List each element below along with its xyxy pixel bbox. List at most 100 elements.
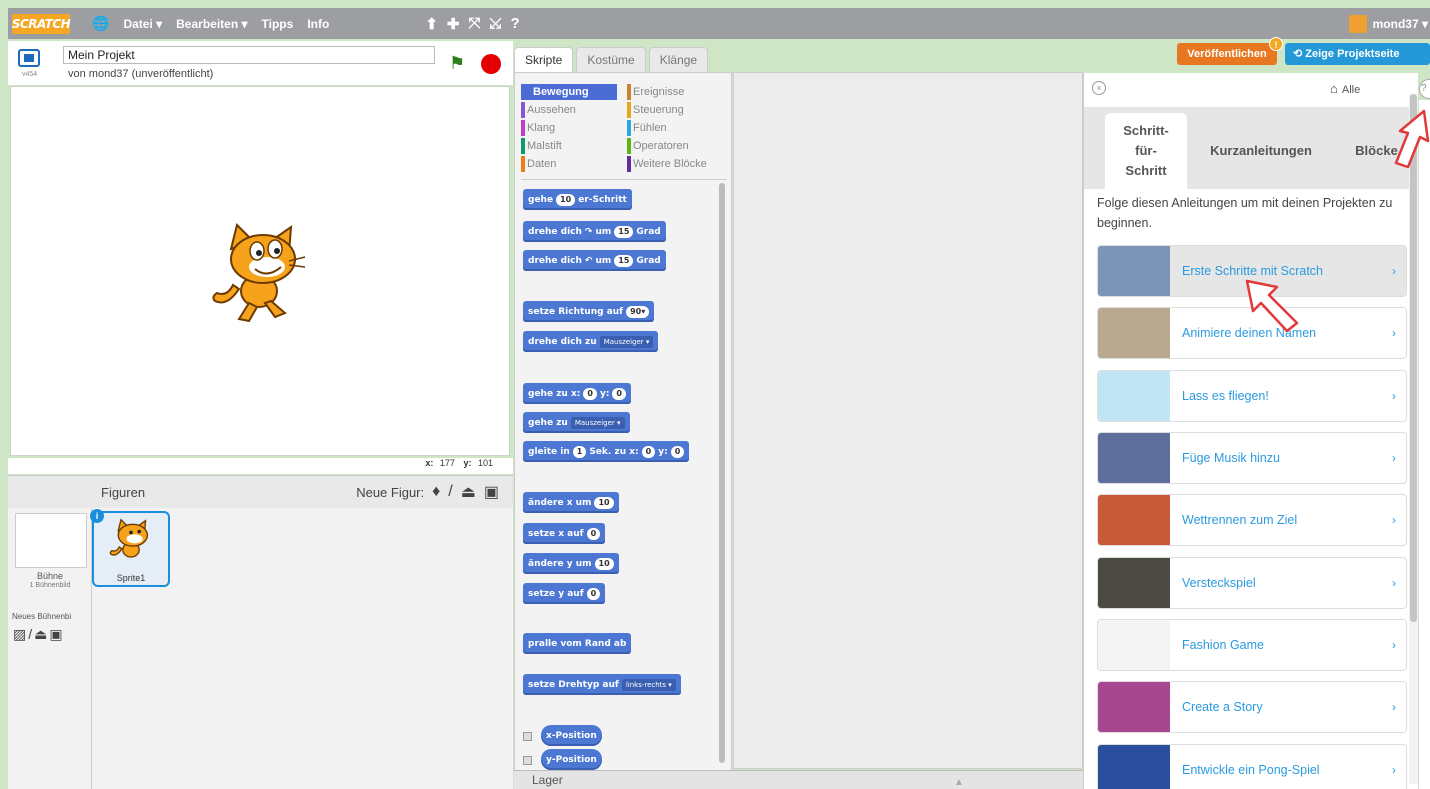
category-events[interactable]: Ereignisse [627,84,684,100]
close-icon[interactable]: × [1092,81,1106,95]
tutorial-card[interactable]: Lass es fliegen! › [1097,370,1407,422]
shrink-icon[interactable]: ⤩ [489,15,501,33]
tutorial-card[interactable]: Versteckspiel › [1097,557,1407,609]
grow-icon[interactable]: ✚ [447,15,460,33]
tab-costumes[interactable]: Kostüme [576,47,646,72]
block-input[interactable]: 1 [572,445,587,458]
block-point-towards[interactable]: drehe dich zu Mauszeiger ▾ [523,331,659,352]
block-input[interactable]: 0 [586,527,601,540]
tutorial-card[interactable]: Füge Musik hinzu › [1097,432,1407,484]
tutorial-thumbnail [1098,308,1170,358]
block-goto-xy[interactable]: gehe zu x: 0 y: 0 [523,383,631,404]
share-button[interactable]: Veröffentlichen ! [1177,37,1283,65]
block-input[interactable]: 0 [586,587,601,600]
scroll-thumb[interactable] [1410,94,1417,622]
script-canvas[interactable] [733,72,1083,769]
category-motion[interactable]: Bewegung [521,84,617,100]
annotation-arrow-icon [1245,279,1299,333]
tab-sounds[interactable]: Klänge [648,47,709,72]
block-bounce[interactable]: pralle vom Rand ab [523,633,632,654]
menu-file[interactable]: Datei ▾ [123,17,162,31]
block-input[interactable]: 0 [583,387,597,400]
block-input[interactable]: 10 [556,193,576,206]
project-page-button[interactable]: ⟲ Zeige Projektseite [1285,43,1430,65]
category-looks[interactable]: Aussehen [521,102,576,118]
cat-sprite[interactable] [209,219,309,329]
help-icon[interactable]: ? [1419,79,1430,99]
y-position-checkbox[interactable] [523,756,532,765]
block-input[interactable]: 15 [614,225,634,238]
category-data[interactable]: Daten [521,156,556,172]
block-dropdown[interactable]: links-rechts ▾ [621,678,676,691]
scratch-logo[interactable]: SCRATCH [12,13,71,34]
tutorial-card[interactable]: Create a Story › [1097,681,1407,733]
block-input[interactable]: 15 [614,254,634,267]
palette-scrollbar[interactable] [719,183,725,763]
backdrop-library-icon[interactable]: ▨ [13,626,28,642]
share-label: Veröffentlichen [1187,48,1267,60]
category-more-blocks[interactable]: Weitere Blöcke [627,156,707,172]
x-position-checkbox[interactable] [523,732,532,741]
tutorial-title: Erste Schritte mit Scratch [1182,264,1324,278]
stamp-icon[interactable]: ⬆ [425,15,438,33]
green-flag-icon[interactable]: ⚑ [449,53,465,74]
tutorial-thumbnail [1098,433,1170,483]
paint-icon[interactable]: / [448,483,452,501]
block-glide[interactable]: gleite in 1 Sek. zu x: 0 y: 0 [523,441,690,462]
block-goto[interactable]: gehe zu Mauszeiger ▾ [523,412,630,433]
help-icon[interactable]: ? [511,15,520,33]
block-change-x[interactable]: ändere x um 10 [523,492,619,513]
tab-step-by-step[interactable]: Schritt- für- Schritt [1105,113,1187,189]
tutorial-thumbnail [1098,620,1170,670]
backdrop-camera-icon[interactable]: ▣ [49,626,64,642]
tab-scripts[interactable]: Skripte [514,47,574,72]
block-input[interactable]: 0 [670,445,685,458]
reporter-y-position[interactable]: y-Position [541,749,602,770]
block-turn-left[interactable]: drehe dich ↶ um 15 Grad [523,250,666,271]
sprite-library-icon[interactable]: ♦ [432,483,440,501]
block-set-x[interactable]: setze x auf 0 [523,523,606,544]
backdrop-upload-icon[interactable]: ⏏ [34,626,49,642]
menu-tips[interactable]: Tipps [262,17,294,31]
block-dropdown[interactable]: Mauszeiger ▾ [570,416,625,429]
stop-button[interactable] [481,54,501,74]
fullscreen-button[interactable] [18,49,40,67]
reporter-x-position[interactable]: x-Position [541,725,602,746]
block-rotation-style[interactable]: setze Drehtyp auf links-rechts ▾ [523,674,681,695]
info-icon[interactable]: i [90,509,104,523]
category-pen[interactable]: Malstift [521,138,562,154]
block-turn-right[interactable]: drehe dich ↷ um 15 Grad [523,221,666,242]
block-dropdown[interactable]: Mauszeiger ▾ [599,335,654,348]
user-menu[interactable]: mond37 ▾ [1348,14,1428,33]
menu-info[interactable]: Info [307,17,329,31]
tips-home-link[interactable]: ⌂ Alle [1330,81,1360,96]
tab-how-to[interactable]: Kurzanleitungen [1196,113,1326,189]
block-input[interactable]: 0 [641,445,656,458]
category-operators[interactable]: Operatoren [627,138,689,154]
block-input[interactable]: 10 [594,557,614,570]
category-sensing[interactable]: Fühlen [627,120,667,136]
block-change-y[interactable]: ändere y um 10 [523,553,619,574]
stage[interactable] [10,86,510,456]
tutorial-card[interactable]: Wettrennen zum Ziel › [1097,494,1407,546]
tutorial-card[interactable]: Entwickle ein Pong-Spiel › [1097,744,1407,789]
expand-icon[interactable]: ⤧ [468,15,480,33]
block-input[interactable]: 0 [612,387,626,400]
camera-icon[interactable]: ▣ [484,482,499,502]
block-point-direction[interactable]: setze Richtung auf 90▾ [523,301,655,322]
category-sound[interactable]: Klang [521,120,555,136]
menu-edit[interactable]: Bearbeiten ▾ [176,17,247,31]
tips-scrollbar[interactable] [1409,94,1418,784]
tutorial-card[interactable]: Fashion Game › [1097,619,1407,671]
block-move[interactable]: gehe 10 er-Schritt [523,189,632,210]
stage-thumbnail[interactable] [15,513,87,568]
block-dropdown[interactable]: 90▾ [626,305,650,318]
block-input[interactable]: 10 [594,496,614,509]
sprite-thumbnail[interactable]: i Sprite1 [90,509,170,587]
block-set-y[interactable]: setze y auf 0 [523,583,606,604]
project-title-input[interactable]: Mein Projekt [63,46,435,64]
upload-icon[interactable]: ⏏ [461,482,476,502]
globe-icon[interactable]: 🌐 [92,15,109,32]
backpack[interactable]: Lager ▲ [514,770,1084,789]
category-control[interactable]: Steuerung [627,102,684,118]
